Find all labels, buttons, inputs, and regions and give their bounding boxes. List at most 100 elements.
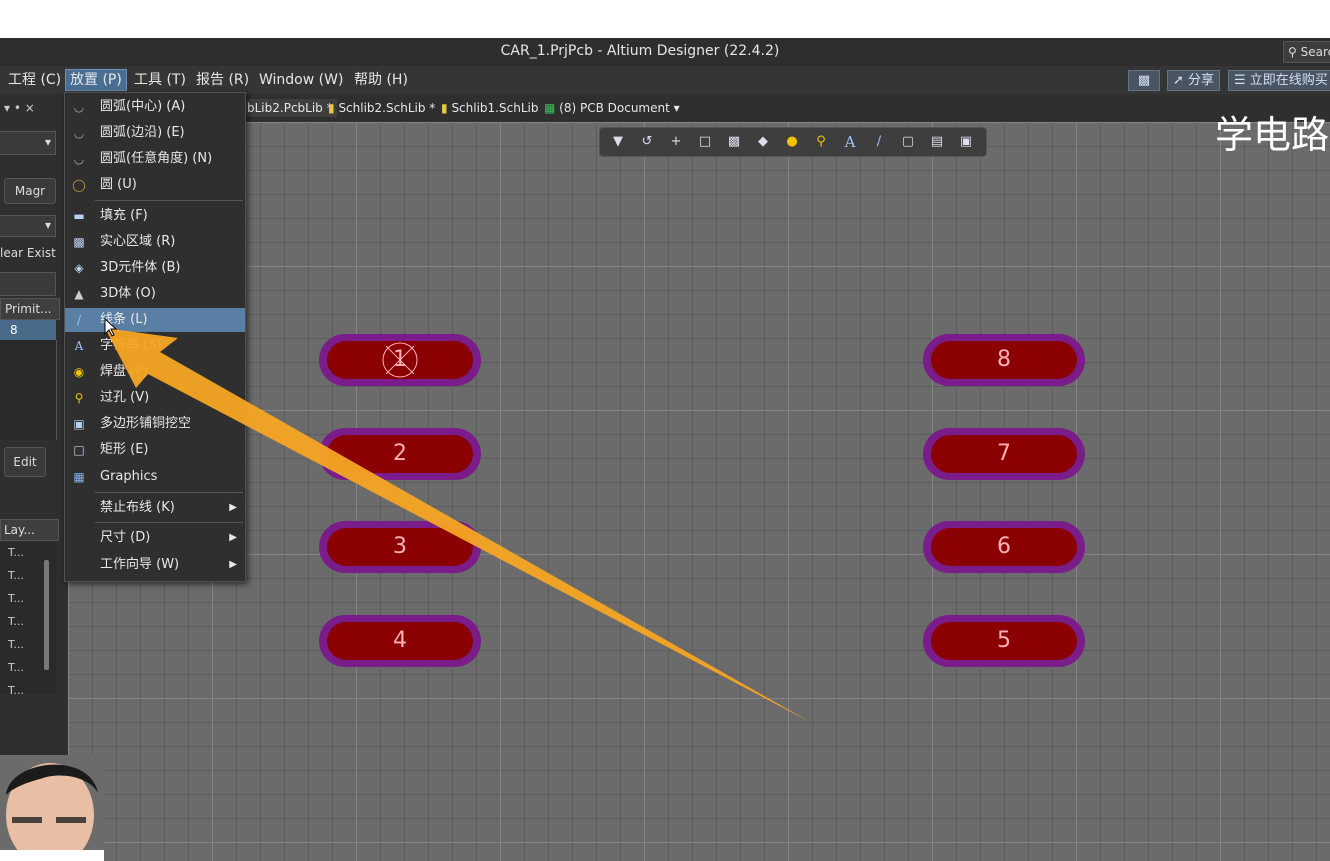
edit-button[interactable]: Edit [4,447,46,477]
chevron-down-icon: ▾ [673,101,680,115]
tab-schlib1-label: Schlib1.SchLib [451,101,539,115]
component-icon[interactable]: ◆ [753,132,773,152]
align-icon[interactable]: ▩ [724,132,744,152]
menu-item-arc-center[interactable]: ◡ 圆弧(中心) (A) [65,95,245,119]
pad-number: 3 [393,534,407,559]
tab-schlib2[interactable]: ▮ Schlib2.SchLib * [328,99,435,117]
list-item[interactable]: T... [8,684,24,694]
chevron-right-icon: ▶ [229,559,237,570]
filter-dropdown[interactable]: ▾ [0,215,56,237]
region-icon[interactable]: ▢ [898,132,918,152]
list-item[interactable]: T... [8,638,24,651]
mouse-cursor-icon [104,318,118,337]
left-panel: ▾ Magr ▾ lear Exist Primit... 8 Edit Lay… [0,122,68,861]
menu-window[interactable]: Window (W) [255,70,347,90]
menu-item-solid-region[interactable]: ▩ 实心区域 (R) [65,230,245,254]
menu-item-dimension[interactable]: 尺寸 (D) ▶ [65,526,245,550]
panel-dropdown[interactable]: ▾ [0,131,56,155]
menu-item-polygon-cutout[interactable]: ▣ 多边形铺铜挖空 [65,412,245,436]
text-icon[interactable]: A [840,132,860,152]
via-icon[interactable]: ⚲ [811,132,831,152]
tab-pcb-document[interactable]: ▦ (8) PCB Document ▾ [544,99,680,117]
pcb-doc-icon: ▦ [544,101,556,115]
menu-item-fill[interactable]: ▬ 填充 (F) [65,204,245,228]
menu-item-line[interactable]: ∕ 线条 (L) [65,308,245,332]
menu-item-pad[interactable]: ◉ 焊盘 (P) [65,360,245,384]
pad-8[interactable]: 8 [923,334,1085,386]
schlib-icon: ▮ [328,101,335,115]
panel-controls-icon[interactable]: ▾ • × [4,99,35,117]
pad-4[interactable]: 4 [319,615,481,667]
layer-header[interactable]: Lay... [0,519,59,541]
magnify-button[interactable]: Magr [4,178,56,204]
primitives-list [0,340,57,440]
graphics-icon: ▦ [73,470,85,484]
list-item[interactable]: T... [8,615,24,628]
menu-item-3d-body[interactable]: ◈ 3D元件体 (B) [65,256,245,280]
presenter-avatar [0,755,104,861]
dimension-icon[interactable]: ▤ [927,132,947,152]
menu-tools[interactable]: 工具 (T) [130,70,190,90]
string-icon: A [74,339,84,353]
pad-number: 6 [997,534,1011,559]
chevron-down-icon: ▾ [44,218,51,232]
feedback-icon[interactable]: ▩ [1128,70,1160,91]
menu-item-work-guide[interactable]: 工作向导 (W) ▶ [65,553,245,577]
menu-item-arc-any[interactable]: ◡ 圆弧(任意角度) (N) [65,147,245,171]
select-rect-icon[interactable]: □ [695,132,715,152]
pcb-canvas[interactable] [68,122,1330,861]
menu-item-3d-solid[interactable]: ▲ 3D体 (O) [65,282,245,306]
filter-icon[interactable]: ▼ [608,132,628,152]
share-icon: ➚ [1173,73,1184,88]
cart-icon: ☰ [1234,73,1246,88]
buy-online-button[interactable]: ☰ 立即在线购买 [1228,70,1330,91]
menu-help[interactable]: 帮助 (H) [350,70,412,90]
list-item[interactable]: T... [8,661,24,674]
pad-number: 7 [997,441,1011,466]
pin1-marker-icon [382,342,418,378]
menu-item-circle[interactable]: ◯ 圆 (U) [65,173,245,197]
menu-reports[interactable]: 报告 (R) [192,70,253,90]
route-icon[interactable]: ↺ [637,132,657,152]
polygon-cutout-icon: ▣ [73,417,85,431]
list-item[interactable]: T... [8,569,24,582]
share-button[interactable]: ➚ 分享 [1167,70,1221,91]
tab-schlib1[interactable]: ▮ Schlib1.SchLib [441,99,538,117]
pad-icon: ◉ [73,365,85,379]
tab-pcblib2[interactable]: bLib2.PcbLib * [243,99,337,117]
menu-item-keepout[interactable]: 禁止布线 (K) ▶ [65,496,245,520]
filter-input[interactable] [0,272,56,296]
pad-icon[interactable]: ● [782,132,802,152]
menu-separator [95,492,243,493]
pad-1[interactable]: 1 [319,334,481,386]
3d-solid-icon: ▲ [74,287,84,301]
arc-center-icon: ◡ [73,100,85,114]
schlib-icon: ▮ [441,101,448,115]
menu-item-rectangle[interactable]: □ 矩形 (E) [65,438,245,462]
line-icon[interactable]: ∕ [869,132,889,152]
plus-icon[interactable]: + [666,132,686,152]
pad-number: 4 [393,628,407,653]
menu-project[interactable]: 工程 (C) [4,70,65,90]
scrollbar[interactable] [44,560,49,670]
title-bar: CAR_1.PrjPcb - Altium Designer (22.4.2) … [0,38,1330,66]
search-box[interactable]: ⚲ Search [1283,41,1330,63]
pad-2[interactable]: 2 [319,428,481,480]
pad-3[interactable]: 3 [319,521,481,573]
list-item[interactable]: T... [8,546,24,559]
pad-6[interactable]: 6 [923,521,1085,573]
arc-any-icon: ◡ [73,152,85,166]
menu-item-string[interactable]: A 字符串 (S) [65,334,245,358]
primitives-value[interactable]: 8 [0,320,56,340]
menu-item-via[interactable]: ⚲ 过孔 (V) [65,386,245,410]
menu-item-graphics[interactable]: ▦ Graphics [65,465,245,489]
arc-edge-icon: ◡ [73,126,85,140]
pad-7[interactable]: 7 [923,428,1085,480]
menu-place[interactable]: 放置 (P) [65,69,127,91]
list-item[interactable]: T... [8,592,24,605]
polygon-icon[interactable]: ▣ [956,132,976,152]
chevron-right-icon: ▶ [229,502,237,513]
menu-item-arc-edge[interactable]: ◡ 圆弧(边沿) (E) [65,121,245,145]
pad-5[interactable]: 5 [923,615,1085,667]
primitives-header[interactable]: Primit... [0,298,60,320]
